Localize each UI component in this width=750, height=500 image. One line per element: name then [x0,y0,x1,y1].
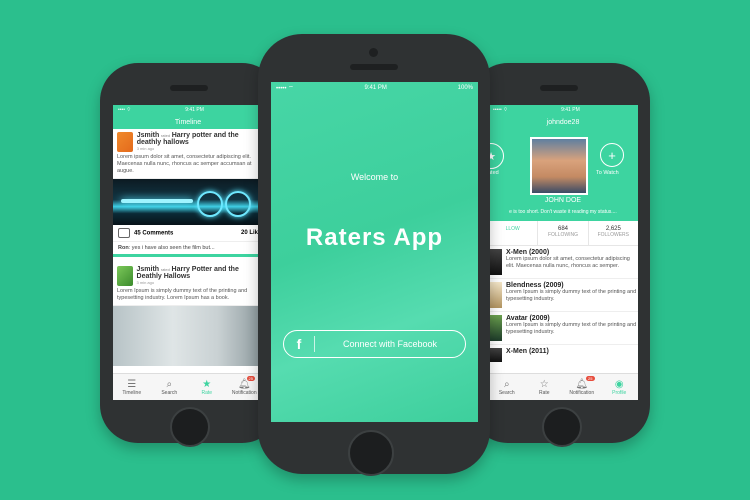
post-time: 3 min ago [136,146,155,151]
rated-label: rated [160,133,171,138]
profile-name: JOHN DOE [544,197,582,204]
movie-poster [488,249,502,275]
post-time: 3 min ago [136,280,155,285]
left-speaker [170,85,208,91]
left-screen: •••• ⌔ 9:41 PM Timeline Jsmith rated Har… [113,105,263,400]
search-icon: ⌕ [166,378,173,390]
post-username[interactable]: Jsmith [137,132,160,139]
left-tab-bar: ☰ Timeline ⌕ Search ★ Rate 🔔︎ 25 Notification [113,373,263,400]
plus-icon: + [608,147,616,163]
star-icon: ☆ [539,378,549,390]
facebook-icon: f [284,336,315,352]
post-image-harry-potter [113,306,263,366]
timeline-header: Timeline [113,115,263,129]
status-bar: •••• ⌔ 9:41 PM [113,105,263,115]
tab-profile[interactable]: ◉ Profile [601,374,639,400]
app-name: Raters App [305,224,444,251]
tab-rate[interactable]: ☆ Rate [526,374,564,400]
center-phone: ••••• ⌔ 9:41 PM 100% Welcome to Raters A… [258,34,490,476]
notification-badge: 25 [246,376,255,381]
stat-follow[interactable]: LLOW [488,221,539,245]
to-watch-action[interactable]: + [600,143,624,167]
stat-following[interactable]: 684 FOLLOWING [538,221,589,245]
welcome-text: Welcome to [350,172,399,182]
search-icon: ⌕ [503,378,510,390]
avatar[interactable] [117,132,133,152]
tab-notification[interactable]: 🔔︎ 25 Notification [563,374,601,400]
right-tab-bar: ⌕ Search ☆ Rate 🔔︎ 25 Notification ◉ Profile [488,373,638,400]
right-screen: ••••• ⌔ 9:41 PM johndoe28 ★ ated + To Wa… [488,105,638,400]
movie-poster [488,348,502,362]
tab-timeline[interactable]: ☰ Timeline [113,374,151,400]
comment-icon [118,228,130,238]
center-screen: ••••• ⌔ 9:41 PM 100% Welcome to Raters A… [271,82,478,422]
left-home-button[interactable] [170,407,210,447]
connect-facebook-button[interactable]: f Connect with Facebook [283,330,466,358]
profile-header: johndoe28 [488,115,638,129]
rated-action[interactable]: ★ [488,143,504,169]
right-home-button[interactable] [542,407,582,447]
tab-search[interactable]: ⌕ Search [151,374,189,400]
post-username[interactable]: Jsmith [137,266,160,273]
timeline-post[interactable]: Jsmith rated Harry potter and the deathl… [113,129,263,179]
status-time: 9:41 PM [185,107,204,113]
tab-search[interactable]: ⌕ Search [488,374,526,400]
center-speaker [350,64,398,70]
notification-badge: 25 [586,376,595,381]
front-camera [369,48,378,57]
list-item[interactable]: Avatar (2009) Lorem Ipsum is simply dummy… [488,312,638,345]
list-item[interactable]: Blendness (2009) Lorem Ipsum is simply du… [488,279,638,312]
center-home-button[interactable] [348,430,394,476]
likes-count[interactable]: 20 Lik [241,230,258,236]
post-text: Lorem ipsum dolor sit amet, consectetur … [117,154,252,174]
right-speaker [540,85,578,91]
profile-photo[interactable] [530,137,588,195]
comments-button[interactable]: 45 Comments [118,228,173,238]
carrier-signal: •••• ⌔ [118,107,132,113]
status-bar: ••••• ⌔ 9:41 PM 100% [276,85,473,92]
left-phone: •••• ⌔ 9:41 PM Timeline Jsmith rated Har… [100,63,280,447]
status-bar: ••••• ⌔ 9:41 PM [493,107,580,113]
right-phone: ••••• ⌔ 9:41 PM johndoe28 ★ ated + To Wa… [470,63,650,447]
profile-icon: ◉ [614,378,624,390]
timeline-post[interactable]: Jsmith rated Harry Potter and the Deathl… [113,263,263,306]
tab-rate[interactable]: ★ Rate [188,374,226,400]
stat-followers[interactable]: 2,625 FOLLOWERS [589,221,638,245]
post-image-tron [113,179,263,225]
movie-poster [488,282,502,308]
list-item[interactable]: X-Men (2011) [488,345,638,365]
avatar[interactable] [117,266,133,286]
list-item[interactable]: X-Men (2000) Lorem ipsum dolor sit amet, … [488,246,638,279]
movie-list: X-Men (2000) Lorem ipsum dolor sit amet, … [488,246,638,365]
comment-preview[interactable]: Ron: yes i have also seen the film but..… [113,242,263,257]
profile-stats: LLOW 684 FOLLOWING 2,625 FOLLOWERS [488,221,638,246]
list-icon: ☰ [127,378,137,390]
post-text: Lorem Ipsum is simply dummy text of the … [117,288,248,301]
star-icon: ★ [202,378,212,390]
movie-poster [488,315,502,341]
profile-bio: e is too short. Don't waste it reading m… [509,209,617,215]
